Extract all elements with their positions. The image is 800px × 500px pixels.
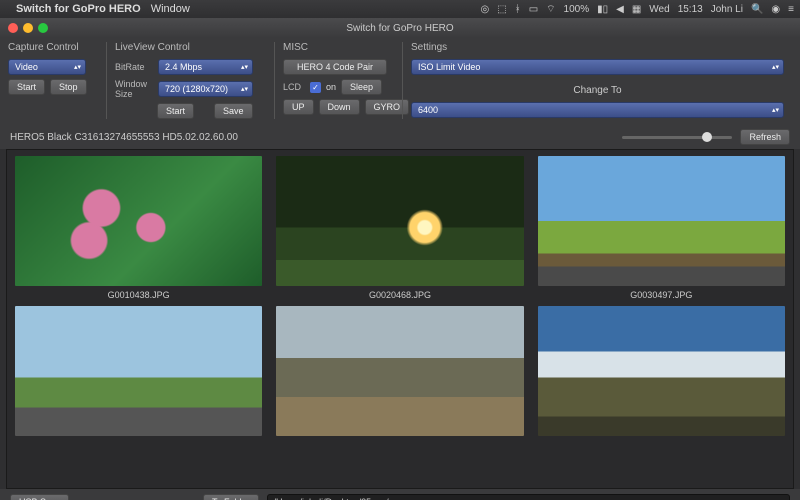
misc-title: MISC: [283, 42, 386, 53]
chevron-updown-icon: ▴▾: [241, 64, 248, 71]
thumbnail-size-slider[interactable]: [622, 136, 732, 139]
spotlight-icon[interactable]: 🔍: [751, 4, 763, 15]
settings-top-select[interactable]: ISO Limit Video ▴▾: [411, 59, 784, 75]
chevron-updown-icon: ▴▾: [74, 64, 81, 71]
menubar-status-area: ◎ ⬚ ᚼ ▭ ⌔ 100% ▮▯ ◀ ▦ Wed 15:13 John Li …: [481, 3, 795, 16]
gallery-scroll[interactable]: G0010438.JPG G0020468.JPG G0030497.JPG: [6, 149, 794, 489]
to-folder-button[interactable]: To Folder: [203, 494, 259, 500]
thumbnail-filename: G0030497.JPG: [630, 290, 692, 300]
liveview-save-button[interactable]: Save: [214, 103, 253, 119]
thumbnail-filename: G0020468.JPG: [369, 290, 431, 300]
bluetooth-icon[interactable]: ᚼ: [515, 4, 521, 15]
thumbnail-image[interactable]: [276, 156, 523, 286]
hero4-code-pair-button[interactable]: HERO 4 Code Pair: [283, 59, 387, 75]
lcd-on-checkbox[interactable]: ✓: [310, 82, 321, 93]
thumbnail-image[interactable]: [15, 306, 262, 436]
app-menu[interactable]: Switch for GoPro HERO: [16, 3, 141, 15]
window-title: Switch for GoPro HERO: [0, 23, 800, 34]
window-size-select[interactable]: 720 (1280x720) ▴▾: [158, 81, 253, 97]
control-panels: Capture Control Video ▴▾ Start Stop Live…: [0, 38, 800, 125]
lcd-label: LCD: [283, 82, 305, 92]
bitrate-label: BitRate: [115, 62, 153, 72]
panel-liveview-control: LiveView Control BitRate 2.4 Mbps ▴▾ Win…: [106, 42, 266, 119]
bitrate-value: 2.4 Mbps: [165, 62, 202, 72]
dropbox-icon[interactable]: ⬚: [497, 4, 506, 15]
wifi-icon[interactable]: ⌔: [546, 3, 555, 16]
slider-knob[interactable]: [702, 132, 712, 142]
siri-icon[interactable]: ◉: [771, 4, 780, 15]
thumbnail[interactable]: G0010438.JPG: [15, 156, 262, 300]
capture-mode-value: Video: [15, 62, 38, 72]
location-icon[interactable]: ◎: [481, 4, 490, 15]
capture-stop-button[interactable]: Stop: [50, 79, 87, 95]
bottom-bar: USB Sync To Folder /Users/johnli/Desktop…: [0, 489, 800, 500]
chevron-updown-icon: ▴▾: [772, 107, 779, 114]
battery-percent: 100%: [564, 4, 590, 15]
device-row: HERO5 Black C31613274655553 HD5.02.02.60…: [0, 125, 800, 149]
thumbnail-filename: G0010438.JPG: [108, 290, 170, 300]
bitrate-select[interactable]: 2.4 Mbps ▴▾: [158, 59, 253, 75]
user-name[interactable]: John Li: [711, 4, 743, 15]
panel-capture-control: Capture Control Video ▴▾ Start Stop: [8, 42, 98, 119]
capture-start-button[interactable]: Start: [8, 79, 45, 95]
change-to-label: Change To: [411, 79, 784, 98]
thumbnail[interactable]: G0030497.JPG: [538, 156, 785, 300]
gallery-grid: G0010438.JPG G0020468.JPG G0030497.JPG: [7, 150, 793, 442]
thumbnail[interactable]: [538, 306, 785, 436]
notification-center-icon[interactable]: ≡: [788, 4, 794, 15]
battery-icon[interactable]: ▮▯: [597, 4, 608, 15]
refresh-button[interactable]: Refresh: [740, 129, 790, 145]
clock-time[interactable]: 15:13: [678, 4, 703, 15]
chevron-updown-icon: ▴▾: [772, 64, 779, 71]
thumbnail-image[interactable]: [276, 306, 523, 436]
folder-path-field[interactable]: /Users/johnli/Desktop/35mm/: [267, 494, 790, 500]
panel-settings: Settings ISO Limit Video ▴▾ Change To 64…: [402, 42, 792, 119]
settings-top-value: ISO Limit Video: [418, 62, 480, 72]
liveview-title: LiveView Control: [115, 42, 258, 53]
panel-misc: MISC HERO 4 Code Pair LCD ✓ on Sleep UP …: [274, 42, 394, 119]
window-menu[interactable]: Window: [151, 3, 190, 15]
sleep-button[interactable]: Sleep: [341, 79, 382, 95]
macos-menubar: Switch for GoPro HERO Window ◎ ⬚ ᚼ ▭ ⌔ 1…: [0, 0, 800, 18]
window-size-label: Window Size: [115, 79, 153, 99]
down-button[interactable]: Down: [319, 99, 360, 115]
thumbnail-image[interactable]: [15, 156, 262, 286]
usb-sync-button[interactable]: USB Sync: [10, 494, 69, 500]
thumbnail-image[interactable]: [538, 156, 785, 286]
clock-day[interactable]: Wed: [649, 4, 669, 15]
thumbnail[interactable]: [276, 306, 523, 436]
input-icon[interactable]: ▦: [632, 4, 641, 15]
settings-value: 6400: [418, 105, 438, 115]
settings-title: Settings: [411, 42, 784, 53]
thumbnail[interactable]: [15, 306, 262, 436]
up-button[interactable]: UP: [283, 99, 314, 115]
display-icon[interactable]: ▭: [529, 4, 538, 15]
window-size-value: 720 (1280x720): [165, 84, 228, 94]
settings-value-select[interactable]: 6400 ▴▾: [411, 102, 784, 118]
thumbnail[interactable]: G0020468.JPG: [276, 156, 523, 300]
capture-mode-select[interactable]: Video ▴▾: [8, 59, 86, 75]
volume-icon[interactable]: ◀: [616, 4, 624, 15]
liveview-start-button[interactable]: Start: [157, 103, 194, 119]
lcd-on-label: on: [326, 82, 336, 92]
chevron-updown-icon: ▴▾: [241, 86, 248, 93]
capture-title: Capture Control: [8, 42, 90, 53]
thumbnail-image[interactable]: [538, 306, 785, 436]
window-titlebar[interactable]: Switch for GoPro HERO: [0, 18, 800, 38]
device-name: HERO5 Black C31613274655553 HD5.02.02.60…: [10, 132, 238, 143]
